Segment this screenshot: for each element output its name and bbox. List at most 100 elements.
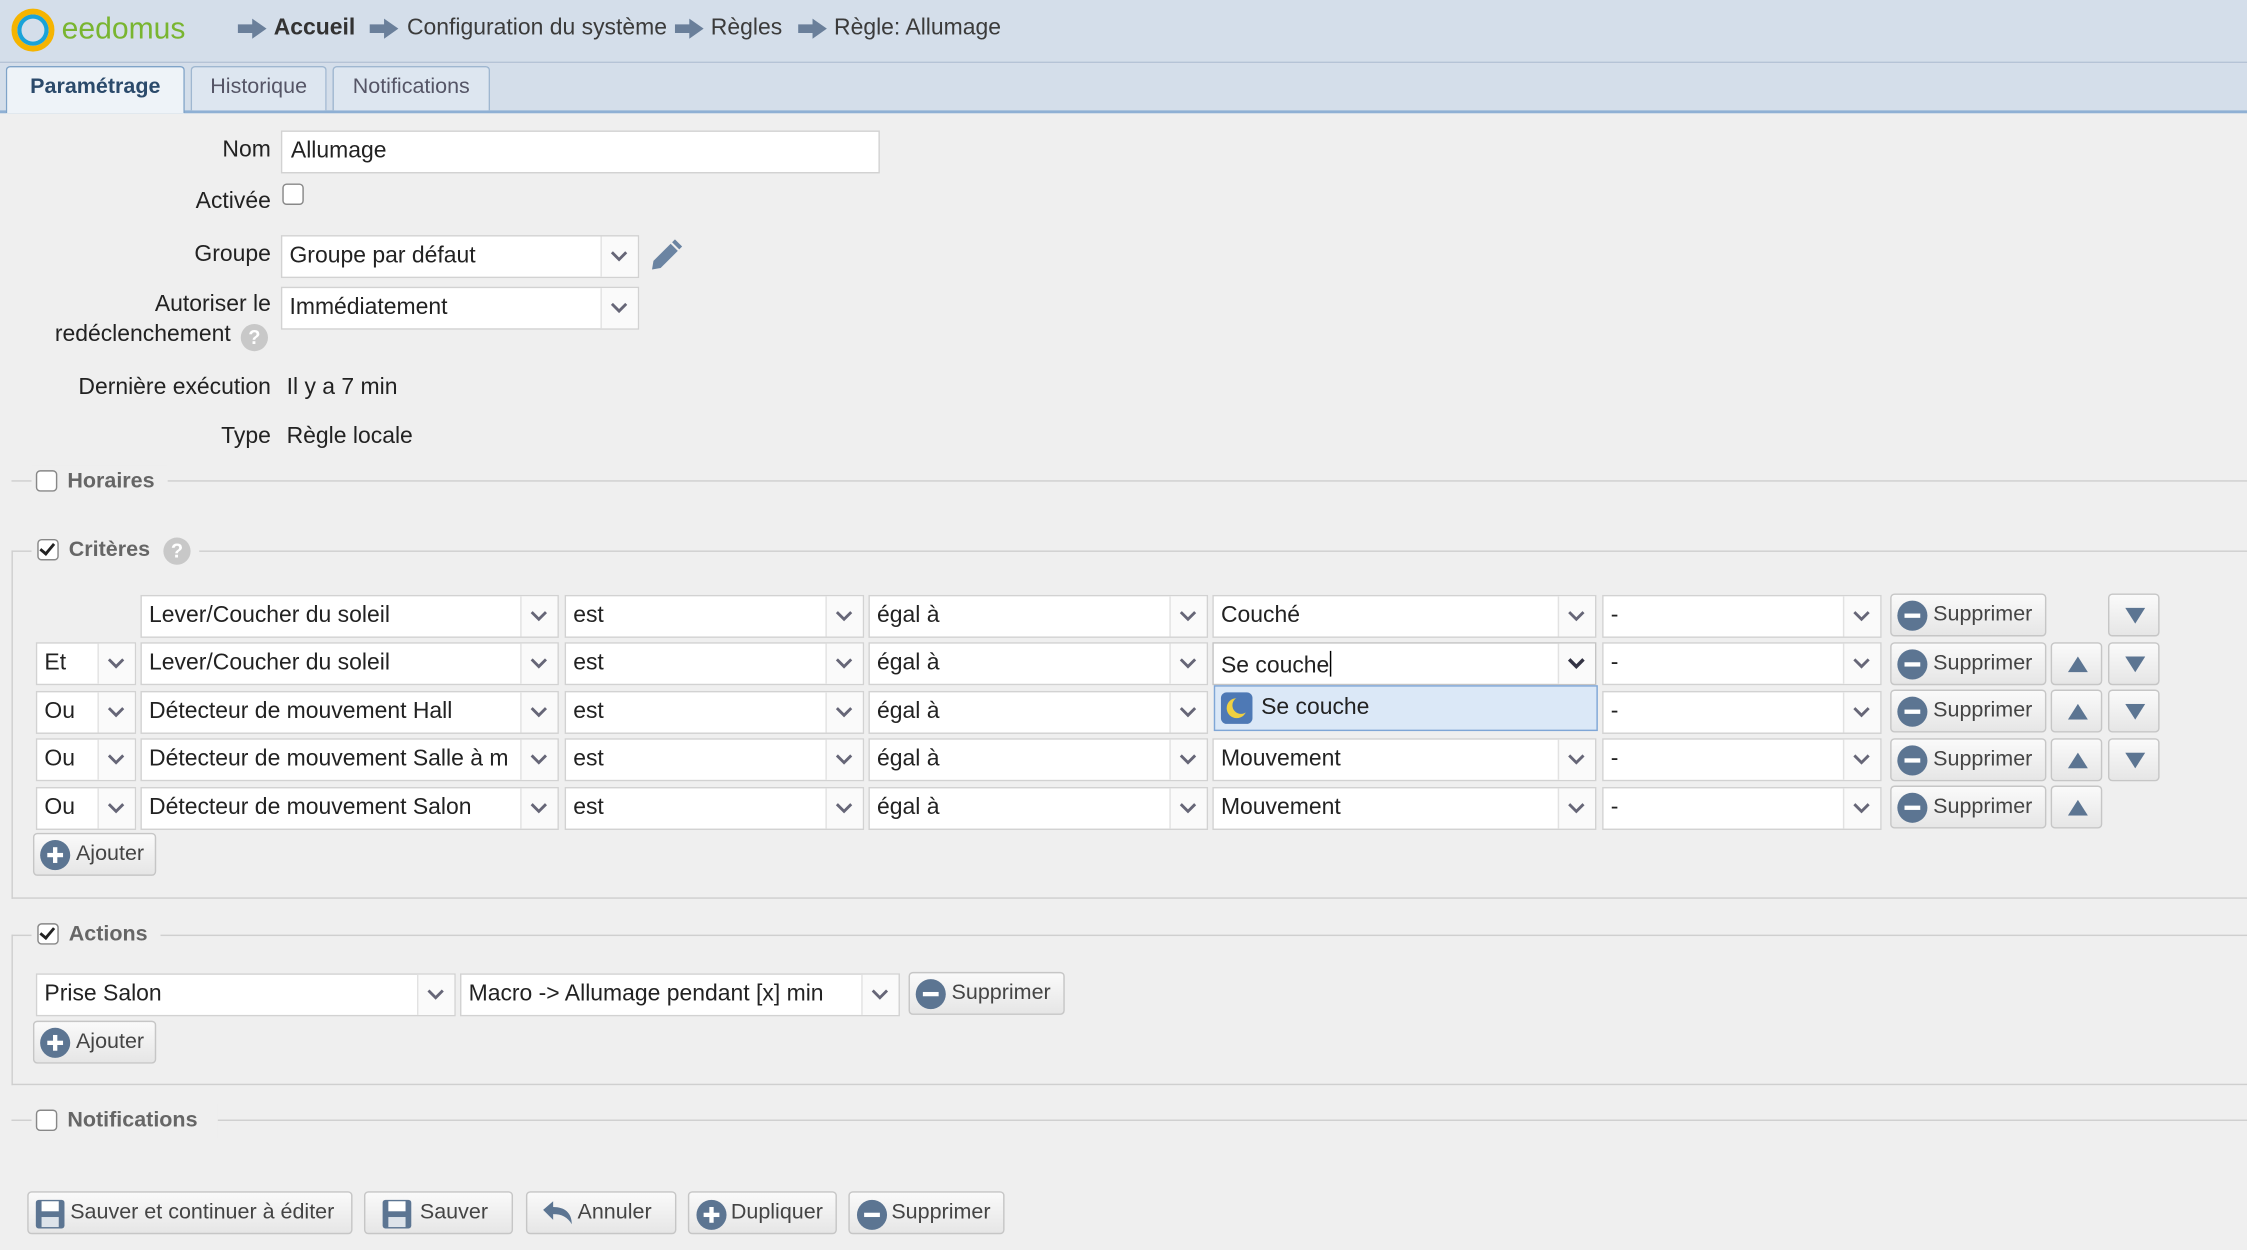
tab-historique[interactable]: Historique bbox=[190, 65, 327, 111]
criteres-checkbox[interactable] bbox=[37, 538, 59, 561]
chevron-down-icon[interactable] bbox=[1169, 739, 1207, 780]
criterion-extra-select[interactable]: - bbox=[1602, 594, 1882, 638]
chevron-down-icon[interactable] bbox=[1169, 692, 1207, 733]
criterion-op1-select[interactable]: est bbox=[564, 690, 865, 734]
chevron-down-icon[interactable] bbox=[825, 643, 863, 684]
criterion-value-input[interactable]: Se couche bbox=[1221, 650, 1555, 680]
move-up-button[interactable] bbox=[2050, 785, 2103, 829]
move-down-button[interactable] bbox=[2107, 642, 2160, 686]
move-down-button[interactable] bbox=[2107, 593, 2160, 637]
chevron-down-icon[interactable] bbox=[1169, 788, 1207, 829]
chevron-down-icon[interactable] bbox=[1557, 596, 1595, 637]
criterion-value-select[interactable]: Mouvement bbox=[1212, 738, 1597, 782]
save-continue-button[interactable]: Sauver et continuer à éditer bbox=[27, 1191, 353, 1235]
chevron-down-icon[interactable] bbox=[1169, 643, 1207, 684]
criterion-value-select[interactable]: Mouvement bbox=[1212, 786, 1597, 830]
criterion-extra-select[interactable]: - bbox=[1602, 786, 1882, 830]
criterion-op2-select[interactable]: égal à bbox=[868, 690, 1209, 734]
tab-notifications[interactable]: Notifications bbox=[332, 65, 491, 111]
breadcrumb-rules[interactable]: Règles bbox=[711, 16, 782, 42]
delete-criterion-button[interactable]: Supprimer bbox=[1890, 785, 2047, 829]
criterion-op1-select[interactable]: est bbox=[564, 786, 865, 830]
criterion-value-autocomplete[interactable]: Se couche bbox=[1212, 642, 1597, 686]
breadcrumb-home[interactable]: Accueil bbox=[274, 16, 356, 42]
delete-criterion-button[interactable]: Supprimer bbox=[1890, 642, 2047, 686]
criterion-device-select[interactable]: Lever/Coucher du soleil bbox=[140, 594, 559, 638]
criterion-logic-select[interactable]: Ou bbox=[35, 690, 137, 734]
chevron-down-icon[interactable] bbox=[825, 788, 863, 829]
duplicate-button[interactable]: Dupliquer bbox=[687, 1191, 837, 1235]
chevron-down-icon[interactable] bbox=[417, 974, 455, 1015]
criterion-op2-select[interactable]: égal à bbox=[868, 594, 1209, 638]
criterion-device-select[interactable]: Lever/Coucher du soleil bbox=[140, 642, 559, 686]
move-down-button[interactable] bbox=[2107, 738, 2160, 782]
autoriser-select[interactable]: Immédiatement bbox=[280, 286, 640, 330]
delete-criterion-button[interactable]: Supprimer bbox=[1890, 593, 2047, 637]
help-icon[interactable]: ? bbox=[163, 537, 191, 565]
groupe-select[interactable]: Groupe par défaut bbox=[280, 235, 640, 279]
action-device-select[interactable]: Prise Salon bbox=[35, 973, 456, 1017]
nom-input[interactable]: Allumage bbox=[280, 130, 880, 174]
criterion-extra-select[interactable]: - bbox=[1602, 738, 1882, 782]
chevron-down-icon[interactable] bbox=[825, 739, 863, 780]
chevron-down-icon[interactable] bbox=[520, 596, 558, 637]
chevron-down-icon[interactable] bbox=[520, 739, 558, 780]
chevron-down-icon[interactable] bbox=[1557, 788, 1595, 829]
chevron-down-icon[interactable] bbox=[1842, 739, 1881, 780]
chevron-down-icon[interactable] bbox=[1842, 692, 1881, 733]
move-up-button[interactable] bbox=[2050, 738, 2103, 782]
autocomplete-option[interactable]: Se couche bbox=[1213, 685, 1598, 732]
edit-pencil-icon[interactable] bbox=[648, 238, 684, 274]
chevron-down-icon[interactable] bbox=[861, 974, 899, 1015]
move-up-button[interactable] bbox=[2050, 642, 2103, 686]
criterion-logic-select[interactable]: Ou bbox=[35, 738, 137, 782]
criterion-op1-select[interactable]: est bbox=[564, 738, 865, 782]
criterion-op1-select[interactable]: est bbox=[564, 594, 865, 638]
actions-checkbox[interactable] bbox=[37, 923, 59, 945]
delete-action-button[interactable]: Supprimer bbox=[908, 971, 1065, 1015]
notifications-checkbox[interactable] bbox=[35, 1109, 58, 1132]
action-command-select[interactable]: Macro -> Allumage pendant [x] min bbox=[460, 973, 900, 1017]
chevron-down-icon[interactable] bbox=[825, 596, 863, 637]
add-criterion-button[interactable]: Ajouter bbox=[32, 832, 157, 876]
chevron-down-icon[interactable] bbox=[600, 236, 638, 277]
chevron-down-icon[interactable] bbox=[520, 643, 558, 684]
breadcrumb-system-config[interactable]: Configuration du système bbox=[407, 16, 667, 42]
chevron-down-icon[interactable] bbox=[825, 692, 863, 733]
chevron-down-icon[interactable] bbox=[1842, 788, 1881, 829]
criterion-device-select[interactable]: Détecteur de mouvement Hall bbox=[140, 690, 559, 734]
add-action-button[interactable]: Ajouter bbox=[32, 1020, 157, 1064]
chevron-down-icon[interactable] bbox=[1842, 596, 1881, 637]
criterion-op2-select[interactable]: égal à bbox=[868, 786, 1209, 830]
chevron-down-icon[interactable] bbox=[600, 288, 638, 329]
delete-criterion-button[interactable]: Supprimer bbox=[1890, 689, 2047, 733]
chevron-down-icon[interactable] bbox=[97, 692, 135, 733]
criterion-op2-select[interactable]: égal à bbox=[868, 642, 1209, 686]
chevron-down-icon[interactable] bbox=[520, 788, 558, 829]
chevron-down-icon[interactable] bbox=[97, 643, 135, 684]
criterion-logic-select[interactable]: Et bbox=[35, 642, 137, 686]
chevron-down-icon[interactable] bbox=[1169, 596, 1207, 637]
criterion-logic-select[interactable]: Ou bbox=[35, 786, 137, 830]
cancel-button[interactable]: Annuler bbox=[525, 1191, 677, 1235]
criterion-extra-select[interactable]: - bbox=[1602, 690, 1882, 734]
chevron-down-icon[interactable] bbox=[97, 739, 135, 780]
chevron-down-icon[interactable] bbox=[1842, 643, 1881, 684]
criterion-device-select[interactable]: Détecteur de mouvement Salle à m bbox=[140, 738, 559, 782]
criterion-op2-select[interactable]: égal à bbox=[868, 738, 1209, 782]
chevron-down-icon[interactable] bbox=[1557, 643, 1595, 684]
tab-parametrage[interactable]: Paramétrage bbox=[5, 65, 185, 114]
criterion-extra-select[interactable]: - bbox=[1602, 642, 1882, 686]
chevron-down-icon[interactable] bbox=[97, 788, 135, 829]
move-down-button[interactable] bbox=[2107, 689, 2160, 733]
chevron-down-icon[interactable] bbox=[1557, 739, 1595, 780]
save-button[interactable]: Sauver bbox=[363, 1191, 514, 1235]
help-icon[interactable]: ? bbox=[240, 323, 268, 352]
criterion-op1-select[interactable]: est bbox=[564, 642, 865, 686]
criterion-device-select[interactable]: Détecteur de mouvement Salon bbox=[140, 786, 559, 830]
move-up-button[interactable] bbox=[2050, 689, 2103, 733]
delete-criterion-button[interactable]: Supprimer bbox=[1890, 738, 2047, 782]
horaires-checkbox[interactable] bbox=[35, 470, 58, 492]
activee-checkbox[interactable] bbox=[282, 183, 304, 205]
chevron-down-icon[interactable] bbox=[520, 692, 558, 733]
